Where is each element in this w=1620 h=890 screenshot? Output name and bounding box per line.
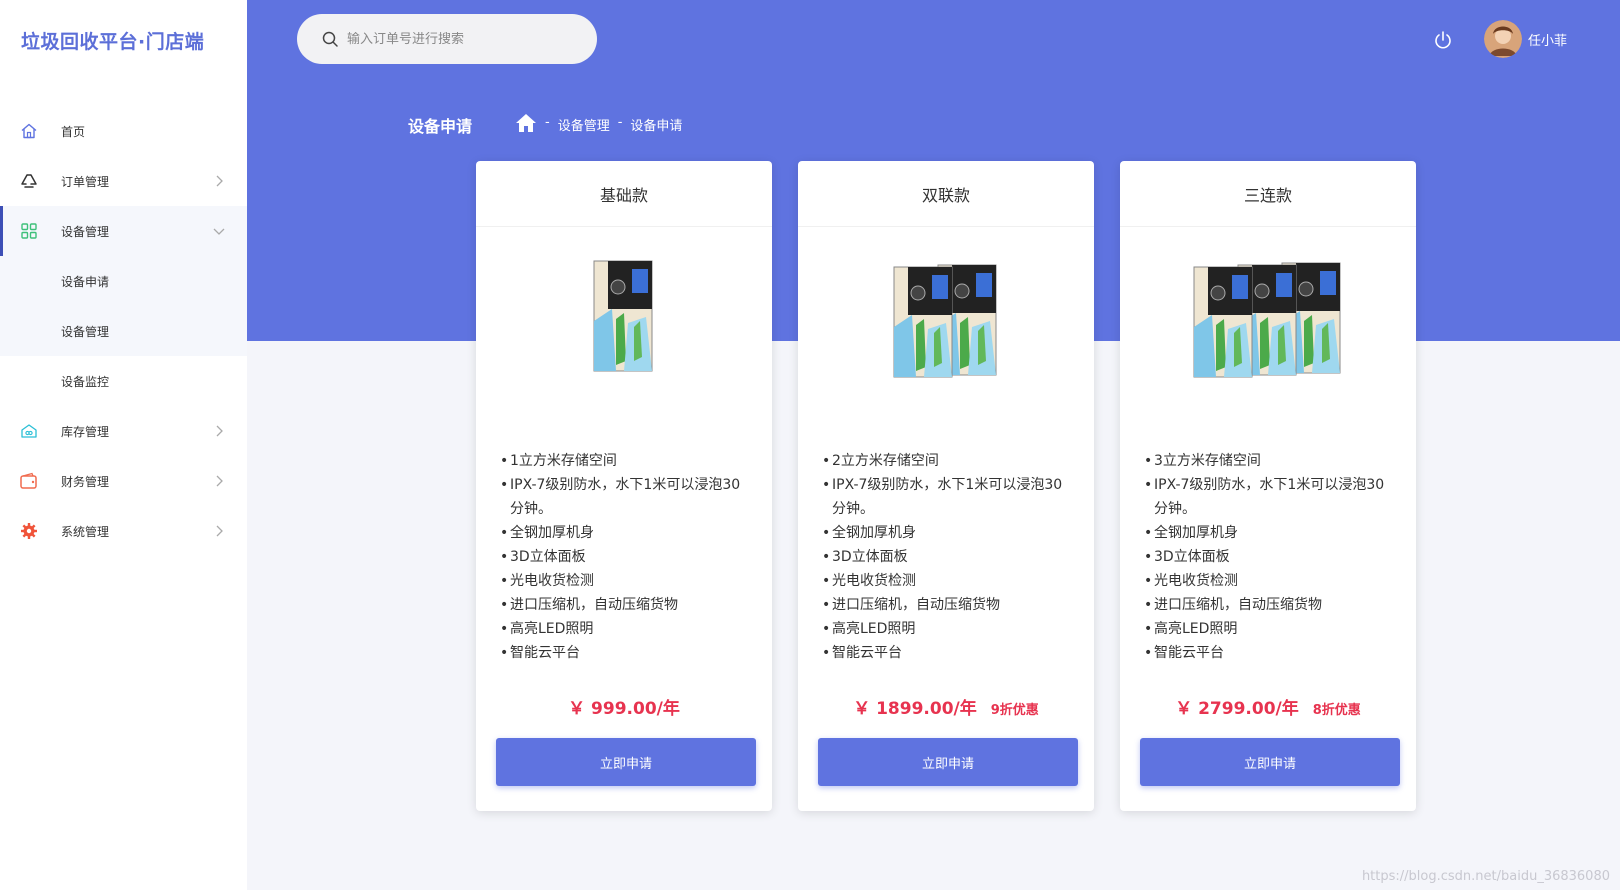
gear-icon	[18, 520, 40, 542]
search-input[interactable]	[347, 31, 567, 47]
apply-button[interactable]: 立即申请	[1140, 738, 1400, 786]
card-title: 三连款	[1120, 161, 1416, 227]
price: ￥ 1899.00/年	[853, 699, 977, 719]
discount-badge: 9折优惠	[990, 703, 1039, 718]
recycle-icon	[18, 170, 40, 192]
price-row: ￥ 999.00/年	[476, 694, 772, 719]
breadcrumb-separator: -	[545, 115, 550, 130]
warehouse-icon	[18, 420, 40, 442]
watermark: https://blog.csdn.net/baidu_36836080	[1361, 869, 1610, 884]
feature-item: 1立方米存储空间	[500, 449, 746, 473]
apply-button[interactable]: 立即申请	[818, 738, 1078, 786]
feature-item: 全钢加厚机身	[1144, 521, 1390, 545]
feature-item: IPX-7级别防水，水下1米可以浸泡30分钟。	[500, 473, 746, 521]
chevron-down-icon	[211, 223, 227, 239]
feature-list: 1立方米存储空间IPX-7级别防水，水下1米可以浸泡30分钟。全钢加厚机身3D立…	[476, 449, 772, 665]
feature-item: 进口压缩机，自动压缩货物	[1144, 593, 1390, 617]
sidebar-item-label: 设备管理	[61, 224, 110, 239]
feature-item: 智能云平台	[1144, 641, 1390, 665]
home-icon[interactable]	[515, 113, 537, 133]
submenu-item-device-monitor[interactable]: 设备监控	[0, 356, 247, 406]
breadcrumb-item-device-apply: 设备申请	[630, 119, 683, 134]
feature-item: 3D立体面板	[1144, 545, 1390, 569]
sidebar-item-orders[interactable]: 订单管理	[0, 156, 247, 206]
feature-item: 光电收货检测	[500, 569, 746, 593]
sidebar-item-devices[interactable]: 设备管理	[0, 206, 247, 256]
device-illustration	[893, 264, 997, 378]
sidebar-menu: 首页 订单管理 设备管理 设备申请 设备管理 设备监控 库存管理 财务管理 系统…	[0, 106, 247, 556]
device-illustration	[593, 260, 653, 372]
feature-item: 3立方米存储空间	[1144, 449, 1390, 473]
username[interactable]: 任小菲	[1528, 30, 1567, 49]
price: ￥ 999.00/年	[568, 699, 680, 719]
device-image	[798, 227, 1094, 407]
feature-item: 智能云平台	[500, 641, 746, 665]
price: ￥ 2799.00/年	[1175, 699, 1299, 719]
sidebar-item-label: 财务管理	[61, 474, 110, 489]
product-card-basic: 基础款 1立方米存储空间IPX-7级别防水，水下1米可以浸泡30分钟。全钢加厚机…	[476, 161, 772, 811]
feature-item: 高亮LED照明	[500, 617, 746, 641]
devices-submenu: 设备申请 设备管理	[0, 256, 247, 356]
chevron-right-icon	[211, 423, 227, 439]
sidebar-item-inventory[interactable]: 库存管理	[0, 406, 247, 456]
price-row: ￥ 1899.00/年 9折优惠	[798, 694, 1094, 719]
search-bar[interactable]	[297, 14, 597, 64]
sidebar-item-label: 系统管理	[61, 524, 110, 539]
feature-item: 高亮LED照明	[822, 617, 1068, 641]
breadcrumb: - 设备管理 - 设备申请	[545, 115, 682, 134]
sidebar-item-label: 订单管理	[61, 174, 110, 189]
breadcrumb-item-device-manage[interactable]: 设备管理	[558, 115, 610, 134]
grid-icon	[18, 220, 40, 242]
feature-item: 3D立体面板	[822, 545, 1068, 569]
app-logo-title: 垃圾回收平台·门店端	[21, 30, 205, 53]
feature-item: 高亮LED照明	[1144, 617, 1390, 641]
chevron-right-icon	[211, 473, 227, 489]
submenu-item-device-manage[interactable]: 设备管理	[0, 306, 247, 356]
sidebar-item-home[interactable]: 首页	[0, 106, 247, 156]
feature-item: 光电收货检测	[822, 569, 1068, 593]
feature-item: 进口压缩机，自动压缩货物	[822, 593, 1068, 617]
feature-item: 进口压缩机，自动压缩货物	[500, 593, 746, 617]
breadcrumb-separator: -	[617, 115, 623, 130]
sidebar-item-label: 库存管理	[61, 424, 110, 439]
card-title: 基础款	[476, 161, 772, 227]
sidebar: 垃圾回收平台·门店端 首页 订单管理 设备管理 设备申请 设备管理 设备监控 库…	[0, 0, 247, 890]
avatar[interactable]	[1484, 20, 1522, 58]
sidebar-item-finance[interactable]: 财务管理	[0, 456, 247, 506]
feature-item: 智能云平台	[822, 641, 1068, 665]
feature-item: 全钢加厚机身	[500, 521, 746, 545]
chevron-right-icon	[211, 173, 227, 189]
search-icon	[321, 30, 339, 48]
apply-button[interactable]: 立即申请	[496, 738, 756, 786]
device-illustration	[1193, 262, 1341, 378]
power-icon[interactable]	[1432, 29, 1454, 51]
feature-list: 3立方米存储空间IPX-7级别防水，水下1米可以浸泡30分钟。全钢加厚机身3D立…	[1120, 449, 1416, 665]
price-row: ￥ 2799.00/年 8折优惠	[1120, 694, 1416, 719]
product-card-triple: 三连款 3立方米存储空间IPX-7级别防水，水下1米可以浸泡30分钟。全钢加厚机…	[1120, 161, 1416, 811]
feature-item: IPX-7级别防水，水下1米可以浸泡30分钟。	[1144, 473, 1390, 521]
feature-item: 3D立体面板	[500, 545, 746, 569]
product-card-double: 双联款 2立方米存储空间IPX-7级别防水，水下1米可以浸泡30分钟。全钢加厚机…	[798, 161, 1094, 811]
submenu-item-device-apply[interactable]: 设备申请	[0, 256, 247, 306]
discount-badge: 8折优惠	[1312, 703, 1361, 718]
card-title: 双联款	[798, 161, 1094, 227]
feature-list: 2立方米存储空间IPX-7级别防水，水下1米可以浸泡30分钟。全钢加厚机身3D立…	[798, 449, 1094, 665]
feature-item: IPX-7级别防水，水下1米可以浸泡30分钟。	[822, 473, 1068, 521]
wallet-icon	[18, 470, 40, 492]
feature-item: 光电收货检测	[1144, 569, 1390, 593]
page-title: 设备申请	[408, 117, 473, 136]
device-image	[1120, 227, 1416, 407]
chevron-right-icon	[211, 523, 227, 539]
sidebar-item-label: 首页	[61, 124, 86, 139]
feature-item: 2立方米存储空间	[822, 449, 1068, 473]
sidebar-item-system[interactable]: 系统管理	[0, 506, 247, 556]
home-icon	[18, 120, 40, 142]
device-image	[476, 227, 772, 407]
feature-item: 全钢加厚机身	[822, 521, 1068, 545]
